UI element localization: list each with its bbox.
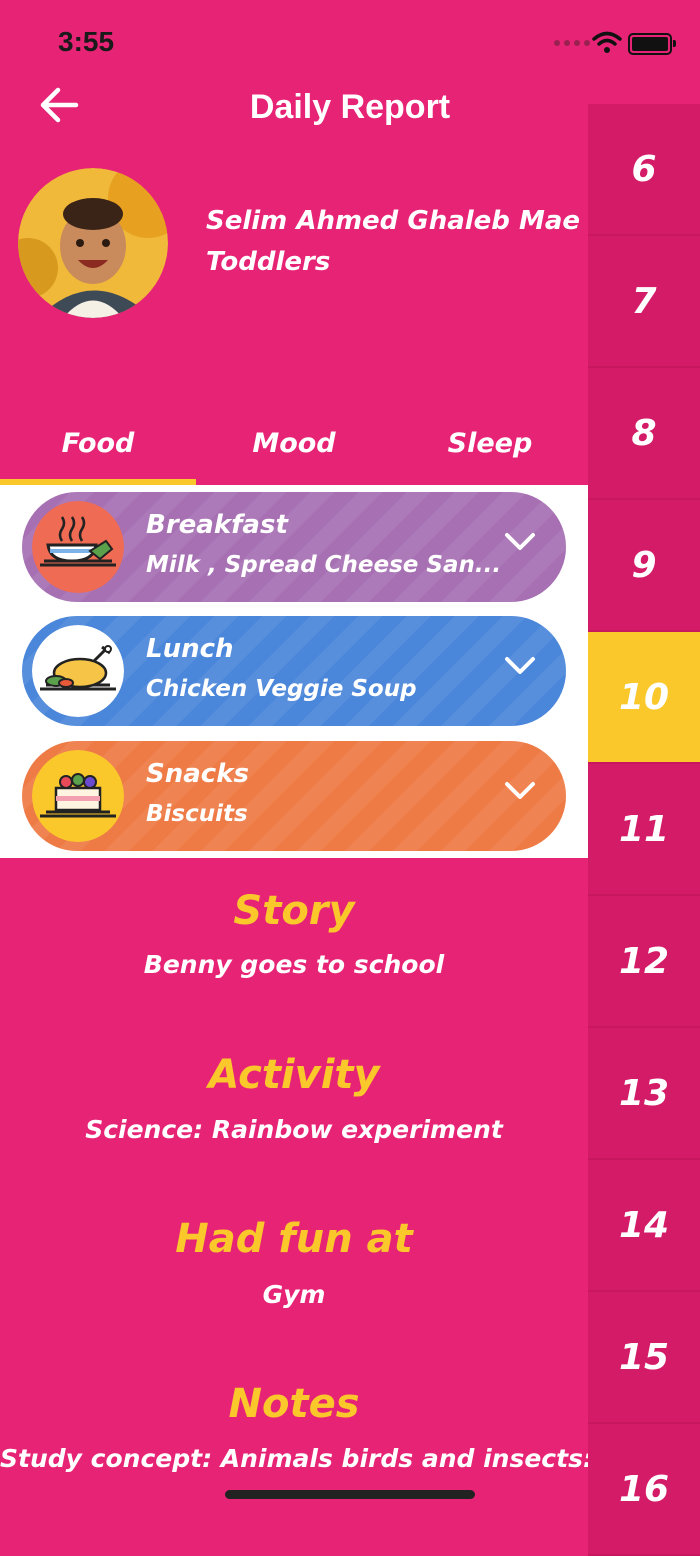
child-avatar — [18, 168, 168, 318]
meal-description: Milk , Spread Cheese San... — [146, 552, 502, 578]
day-item-7[interactable]: 7 — [588, 236, 700, 368]
meal-title: Breakfast — [146, 510, 288, 540]
roast-chicken-icon — [32, 625, 124, 717]
home-indicator — [225, 1490, 475, 1499]
day-item-16[interactable]: 16 — [588, 1424, 700, 1556]
status-bar: 3:55 — [0, 0, 700, 88]
section-title-had-fun-at: Had fun at — [175, 1216, 413, 1262]
section-title-notes: Notes — [228, 1381, 360, 1427]
day-item-11[interactable]: 11 — [588, 764, 700, 896]
meal-description: Biscuits — [146, 801, 248, 827]
section-value-notes: Study concept: Animals birds and insects… — [0, 1444, 588, 1473]
battery-icon — [628, 33, 676, 55]
day-item-14[interactable]: 14 — [588, 1160, 700, 1292]
tab-mood[interactable]: Mood — [196, 405, 392, 481]
chevron-down-icon[interactable] — [504, 656, 536, 676]
meals-panel: Breakfast Milk , Spread Cheese San... Lu… — [0, 485, 588, 858]
chevron-down-icon[interactable] — [504, 781, 536, 801]
section-value-story: Benny goes to school — [143, 950, 445, 979]
section-value-activity: Science: Rainbow experiment — [85, 1115, 503, 1144]
day-item-6[interactable]: 6 — [588, 104, 700, 236]
wifi-icon — [592, 31, 622, 53]
day-item-8[interactable]: 8 — [588, 368, 700, 500]
chevron-down-icon[interactable] — [504, 532, 536, 552]
day-item-13[interactable]: 13 — [588, 1028, 700, 1160]
child-name: Selim Ahmed Ghaleb Mae — [206, 206, 581, 236]
day-selector: 6 7 8 9 10 11 12 13 14 15 16 — [588, 104, 700, 1556]
child-group: Toddlers — [206, 247, 331, 277]
meal-description: Chicken Veggie Soup — [146, 676, 417, 702]
day-item-15[interactable]: 15 — [588, 1292, 700, 1424]
status-time: 3:55 — [58, 26, 115, 57]
section-title-activity: Activity — [208, 1052, 380, 1098]
meal-card-breakfast[interactable]: Breakfast Milk , Spread Cheese San... — [22, 492, 566, 602]
cake-icon — [32, 750, 124, 842]
day-item-9[interactable]: 9 — [588, 500, 700, 632]
section-value-had-fun-at: Gym — [262, 1280, 326, 1309]
breakfast-bowl-icon — [32, 501, 124, 593]
meal-card-snacks[interactable]: Snacks Biscuits — [22, 741, 566, 851]
section-title-story: Story — [233, 888, 355, 934]
meal-card-lunch[interactable]: Lunch Chicken Veggie Soup — [22, 616, 566, 726]
day-item-12[interactable]: 12 — [588, 896, 700, 1028]
meal-title: Lunch — [146, 634, 234, 664]
tab-food[interactable]: Food — [0, 405, 196, 481]
meal-title: Snacks — [146, 759, 249, 789]
tab-sleep[interactable]: Sleep — [392, 405, 588, 481]
day-item-10-selected[interactable]: 10 — [588, 632, 700, 764]
cellular-signal-icon — [554, 40, 590, 46]
report-tabs: Food Mood Sleep — [0, 405, 588, 486]
